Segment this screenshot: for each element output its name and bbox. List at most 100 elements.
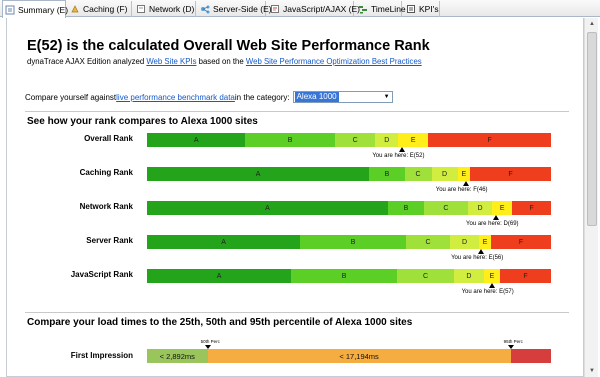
- rank-segment-b: B: [245, 133, 335, 147]
- rank-segment-e: E: [483, 269, 501, 283]
- rank-bar: ABCDEF: [147, 235, 551, 249]
- tab-label: Network (D): [149, 4, 195, 14]
- compare-text: Compare yourself against: [25, 92, 117, 102]
- scroll-down-icon[interactable]: ▼: [586, 365, 598, 377]
- section-divider: [25, 312, 569, 313]
- rank-segment-b: B: [291, 269, 398, 283]
- caching-icon: [70, 4, 80, 14]
- rank-row-label: Network Rank: [79, 202, 133, 211]
- position-marker-icon: [478, 249, 485, 254]
- page-title: E(52) is the calculated Overall Web Site…: [27, 38, 430, 54]
- tab-summary[interactable]: Summary (E): [2, 0, 69, 18]
- rank-segment-b: B: [369, 167, 405, 181]
- load-row-label: First Impression: [70, 351, 133, 360]
- you-are-here-label: You are here: E(56): [451, 255, 504, 261]
- rank-segment-c: C: [423, 201, 468, 215]
- timeline-icon: [358, 4, 368, 14]
- tab-caching[interactable]: Caching (F): [68, 1, 132, 17]
- rank-row-label: Caching Rank: [79, 168, 133, 177]
- rank-segment-a: A: [147, 167, 370, 181]
- tab-label: Server-Side (E): [213, 4, 272, 14]
- percentile-marker-icon: [507, 345, 514, 349]
- rank-bar: ABCDEF: [147, 167, 552, 181]
- category-select-value: Alexa 1000: [294, 92, 339, 102]
- rank-segment-c: C: [334, 133, 376, 147]
- rank-segment-c: C: [404, 167, 432, 181]
- rank-row-label: JavaScript Rank: [70, 270, 133, 279]
- rank-segment-e: E: [457, 167, 471, 181]
- rank-segment-f: F: [512, 201, 552, 215]
- tab-label: Summary (E): [18, 4, 69, 15]
- you-are-here-label: You are here: D(69): [466, 221, 519, 227]
- scrollbar-thumb[interactable]: [587, 32, 597, 226]
- best-practices-link[interactable]: Web Site Performance Optimization Best P…: [246, 57, 422, 66]
- p50-segment: < 17,194ms: [207, 349, 511, 363]
- rank-segment-c: C: [397, 269, 455, 283]
- benchmark-data-link[interactable]: live performance benchmark data: [116, 93, 235, 102]
- server-icon: [200, 4, 210, 14]
- position-marker-icon: [493, 215, 500, 220]
- rank-segment-d: D: [375, 133, 399, 147]
- rank-segment-f: F: [491, 235, 551, 249]
- subtitle-text: dynaTrace AJAX Edition analyzed: [27, 57, 147, 66]
- summary-pane: E(52) is the calculated Overall Web Site…: [6, 18, 584, 377]
- rank-segment-f: F: [500, 269, 551, 283]
- rank-segment-d: D: [467, 201, 493, 215]
- p95-segment: [510, 349, 551, 363]
- rank-row-label: Server Rank: [86, 236, 133, 245]
- rank-segment-f: F: [428, 133, 551, 147]
- tab-server-side[interactable]: Server-Side (E): [198, 1, 272, 17]
- page-subtitle: dynaTrace AJAX Edition analyzed Web Site…: [27, 57, 422, 66]
- editor-tab-strip: Summary (E) Caching (F) Network (D) Serv…: [0, 0, 600, 18]
- you-are-here-label: You are here: E(57): [461, 289, 514, 295]
- rank-segment-a: A: [147, 201, 388, 215]
- rank-bar: ABCDEF: [147, 133, 551, 147]
- rank-segment-a: A: [147, 269, 292, 283]
- rank-segment-a: A: [147, 133, 246, 147]
- vertical-scrollbar[interactable]: ▲ ▼: [584, 18, 598, 377]
- position-marker-icon: [399, 147, 406, 152]
- you-are-here-label: You are here: E(52): [372, 153, 425, 159]
- tab-label: KPI's: [419, 4, 439, 14]
- tab-javascript-ajax[interactable]: JavaScript/AJAX (E): [268, 1, 360, 17]
- rank-segment-d: D: [454, 269, 484, 283]
- javascript-icon: [270, 4, 280, 14]
- tab-timeline[interactable]: TimeLine: [356, 1, 406, 17]
- rank-segment-d: D: [449, 235, 480, 249]
- chevron-down-icon[interactable]: ▼: [382, 94, 392, 100]
- rank-segment-b: B: [300, 235, 406, 249]
- you-are-here-label: You are here: F(46): [435, 187, 488, 193]
- tab-kpis[interactable]: KPI's: [404, 1, 440, 17]
- rank-segment-f: F: [470, 167, 552, 181]
- tab-network[interactable]: Network (D): [134, 1, 196, 17]
- load-time-bar: < 2,892ms < 17,194ms: [147, 349, 551, 363]
- rank-row-label: Overall Rank: [84, 134, 133, 143]
- kpi-icon: [406, 4, 416, 14]
- web-site-kpis-link[interactable]: Web Site KPIs: [146, 57, 196, 66]
- rank-segment-e: E: [479, 235, 492, 249]
- report-icon: [5, 5, 15, 15]
- rank-segment-b: B: [387, 201, 424, 215]
- p25-segment: < 2,892ms: [147, 349, 208, 363]
- load-section-heading: Compare your load times to the 25th, 50t…: [27, 317, 413, 328]
- rank-segment-e: E: [398, 133, 429, 147]
- compare-text: in the category:: [234, 92, 290, 102]
- p50-tag: 50th Perc: [200, 339, 220, 344]
- rank-bar: ABCDEF: [147, 269, 551, 283]
- section-divider: [25, 111, 569, 112]
- category-select[interactable]: Alexa 1000 ▼: [292, 91, 393, 103]
- tab-label: TimeLine: [371, 4, 406, 14]
- position-marker-icon: [462, 181, 469, 186]
- compare-row: Compare yourself against live performanc…: [25, 91, 393, 103]
- percentile-marker-icon: [204, 345, 211, 349]
- tab-label: Caching (F): [83, 4, 128, 14]
- rank-bar: ABCDEF: [147, 201, 552, 215]
- rank-segment-a: A: [147, 235, 301, 249]
- rank-segment-e: E: [492, 201, 513, 215]
- scroll-up-icon[interactable]: ▲: [586, 18, 598, 30]
- rank-segment-d: D: [431, 167, 458, 181]
- tab-label: JavaScript/AJAX (E): [283, 4, 360, 14]
- subtitle-text: based on the: [196, 57, 246, 66]
- rank-section-heading: See how your rank compares to Alexa 1000…: [27, 116, 258, 127]
- p95-tag: 95th Perc: [503, 339, 523, 344]
